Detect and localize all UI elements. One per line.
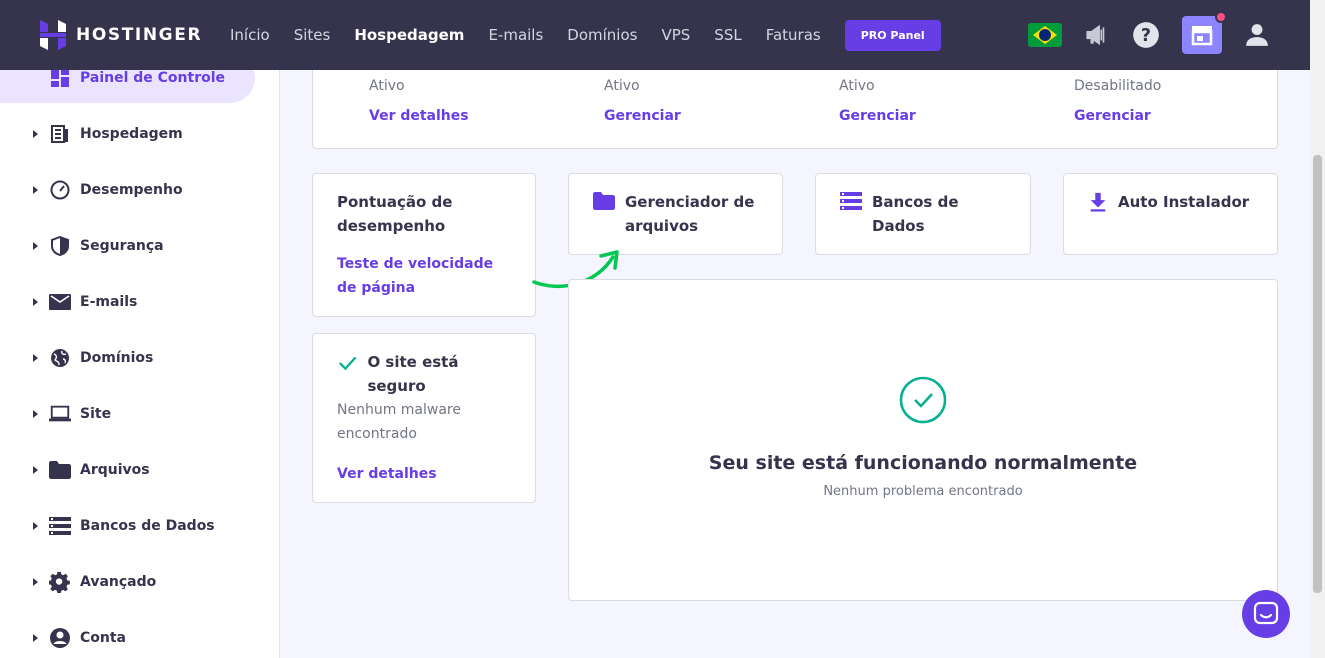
sidebar: Painel de Controle Hospedagem Desempenho…: [0, 53, 280, 658]
sidebar-item-label: Arquivos: [80, 462, 150, 478]
ver-detalhes-link[interactable]: Ver detalhes: [337, 462, 511, 486]
status-text: Desabilitado: [1074, 78, 1162, 94]
databases-label: Bancos de Dados: [872, 193, 959, 235]
database-icon: [49, 515, 71, 537]
sidebar-item-bancos[interactable]: Bancos de Dados: [0, 506, 270, 546]
nav-sites[interactable]: Sites: [294, 26, 331, 44]
status-text: Ativo: [369, 78, 405, 94]
nav-vps[interactable]: VPS: [661, 26, 690, 44]
scrollbar-thumb[interactable]: [1313, 155, 1322, 593]
nav-faturas[interactable]: Faturas: [766, 26, 821, 44]
sidebar-item-hospedagem[interactable]: Hospedagem: [0, 114, 270, 154]
auto-installer-card[interactable]: Auto Instalador: [1063, 173, 1278, 255]
store-icon: [1191, 26, 1213, 46]
health-subtitle: Nenhum problema encontrado: [823, 484, 1023, 499]
chat-icon: [1253, 601, 1279, 625]
sidebar-item-label: Painel de Controle: [80, 70, 226, 86]
nav-dominios[interactable]: Domínios: [567, 26, 637, 44]
gerenciar-link[interactable]: Gerenciar: [1074, 108, 1161, 124]
nav-hospedagem[interactable]: Hospedagem: [354, 26, 464, 44]
user-icon[interactable]: [1244, 22, 1270, 48]
top-actions: ?: [1006, 0, 1270, 70]
nav-ssl[interactable]: SSL: [714, 26, 741, 44]
ver-detalhes-link[interactable]: Ver detalhes: [369, 108, 469, 124]
check-icon: [339, 356, 357, 371]
svg-text:?: ?: [1141, 26, 1151, 46]
sidebar-item-avancado[interactable]: Avançado: [0, 562, 270, 602]
sidebar-item-arquivos[interactable]: Arquivos: [0, 450, 270, 490]
mail-icon: [49, 291, 71, 313]
gear-icon: [49, 571, 71, 593]
laptop-icon: [49, 403, 71, 425]
status-item-3: Ativo Gerenciar: [839, 78, 916, 124]
folder-icon: [49, 459, 71, 481]
megaphone-icon[interactable]: [1084, 22, 1110, 48]
hostinger-logo-icon: [40, 20, 66, 50]
status-text: Ativo: [839, 78, 875, 94]
download-icon: [1090, 192, 1106, 212]
sidebar-item-site[interactable]: Site: [0, 394, 270, 434]
security-title: O site está seguro: [367, 353, 459, 395]
status-item-4: Desabilitado Gerenciar: [1074, 78, 1161, 124]
brazil-flag-icon[interactable]: [1028, 23, 1062, 47]
sidebar-item-seguranca[interactable]: Segurança: [0, 226, 270, 266]
auto-installer-label: Auto Instalador: [1118, 193, 1250, 211]
sidebar-item-label: Hospedagem: [80, 126, 183, 142]
success-check-icon: [899, 376, 947, 424]
store-button[interactable]: [1182, 11, 1227, 54]
performance-title: Pontuação de desempenho: [337, 193, 453, 235]
chat-button[interactable]: [1242, 590, 1290, 638]
databases-card[interactable]: Bancos de Dados: [815, 173, 1031, 255]
gerenciar-link[interactable]: Gerenciar: [604, 108, 681, 124]
site-health-card: Seu site está funcionando normalmente Ne…: [568, 279, 1278, 601]
sidebar-item-conta[interactable]: Conta: [0, 618, 270, 658]
hostinger-logo[interactable]: HOSTINGER: [40, 20, 230, 50]
shield-icon: [49, 235, 71, 257]
sidebar-item-desempenho[interactable]: Desempenho: [0, 170, 270, 210]
security-card: O site está seguro Nenhum malware encont…: [312, 333, 536, 503]
sidebar-item-label: Domínios: [80, 350, 154, 366]
globe-icon: [49, 347, 71, 369]
status-item-2: Ativo Gerenciar: [604, 78, 681, 124]
status-item-1: Ativo Ver detalhes: [369, 78, 469, 124]
page-scrollbar[interactable]: [1310, 0, 1325, 658]
folder-icon: [593, 192, 615, 210]
health-title: Seu site está funcionando normalmente: [708, 452, 1138, 474]
sidebar-item-dominios[interactable]: Domínios: [0, 338, 270, 378]
gerenciar-link[interactable]: Gerenciar: [839, 108, 916, 124]
top-navbar: HOSTINGER Início Sites Hospedagem E-mail…: [0, 0, 1310, 70]
main-nav: Início Sites Hospedagem E-mails Domínios…: [230, 19, 941, 51]
sidebar-item-label: Site: [80, 406, 112, 422]
account-icon: [49, 627, 71, 649]
nav-emails[interactable]: E-mails: [488, 26, 543, 44]
brand-name: HOSTINGER: [76, 25, 203, 45]
gauge-icon: [49, 179, 71, 201]
sidebar-item-label: Avançado: [80, 574, 157, 590]
help-icon[interactable]: ?: [1132, 21, 1160, 49]
nav-inicio[interactable]: Início: [230, 26, 270, 44]
speed-test-link[interactable]: Teste de velocidade de página: [337, 252, 511, 300]
sidebar-item-label: Desempenho: [80, 182, 183, 198]
database-icon: [840, 192, 862, 210]
security-description: Nenhum malware encontrado: [337, 402, 461, 442]
pro-panel-button[interactable]: PRO Panel: [844, 19, 941, 51]
file-manager-label: Gerenciador de arquivos: [625, 193, 755, 235]
status-text: Ativo: [604, 78, 640, 94]
sidebar-item-label: E-mails: [80, 294, 138, 310]
sidebar-item-label: Bancos de Dados: [80, 518, 215, 534]
notification-dot: [1215, 11, 1227, 23]
performance-card: Pontuação de desempenho Teste de velocid…: [312, 173, 536, 317]
sidebar-item-emails[interactable]: E-mails: [0, 282, 270, 322]
sidebar-item-label: Segurança: [80, 238, 164, 254]
server-icon: [49, 123, 71, 145]
dashboard-icon: [49, 67, 71, 89]
sidebar-item-label: Conta: [80, 630, 126, 646]
